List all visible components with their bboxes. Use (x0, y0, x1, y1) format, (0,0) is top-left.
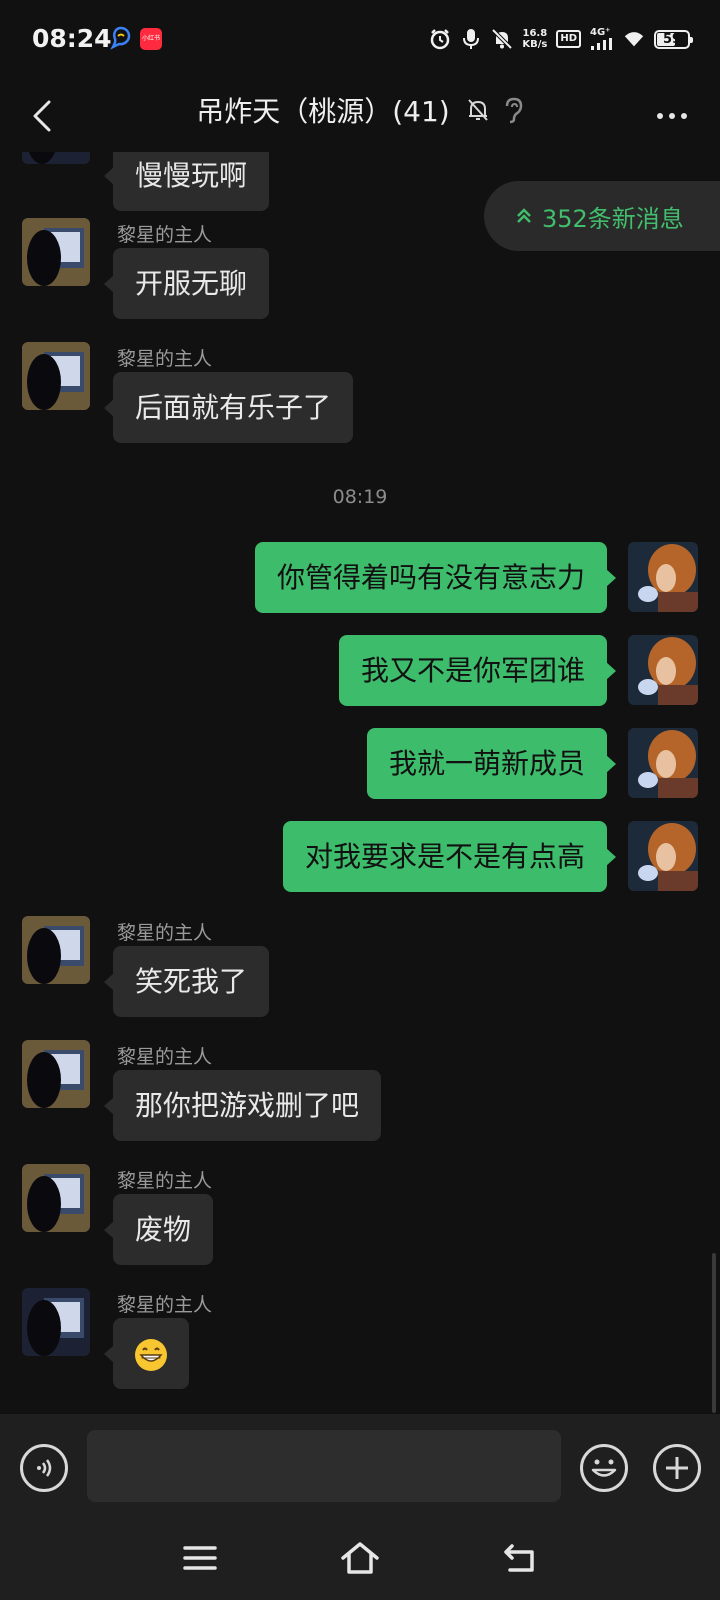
sender-name: 黎星的主人 (117, 224, 213, 246)
message-bubble[interactable]: 慢慢玩啊 (103, 152, 270, 211)
battery-icon: 59 (654, 29, 693, 49)
avatar[interactable] (22, 1288, 90, 1356)
message-bubble[interactable]: 我又不是你军团谁 (338, 635, 617, 706)
message-bubble[interactable] (104, 1318, 189, 1389)
message-bubble[interactable]: 我就一萌新成员 (366, 728, 617, 799)
alarm-icon (429, 28, 451, 50)
more-button[interactable] (650, 94, 694, 138)
signal-icon: 4G⁺ (590, 28, 614, 50)
avatar[interactable] (22, 1164, 90, 1232)
title-wrap: 吊炸天（桃源）(41) (0, 90, 720, 130)
message-list[interactable]: 慢慢玩啊 黎星的主人 开服无聊 黎星的主人 后面就有乐子了 08:19 你管得着… (0, 152, 720, 1414)
plus-button[interactable] (653, 1444, 701, 1492)
input-bar (0, 1414, 720, 1518)
sender-name: 黎星的主人 (117, 1294, 213, 1316)
voice-icon (37, 1459, 52, 1477)
net-speed: 16.8 KB/s (522, 28, 547, 50)
chat-header: 吊炸天（桃源）(41) (0, 80, 720, 152)
system-nav-bar (0, 1518, 720, 1600)
chat-title: 吊炸天（桃源）(41) (196, 95, 450, 128)
message-bubble[interactable]: 废物 (103, 1194, 214, 1265)
status-icons: 16.8 KB/s HD 4G⁺ 59 (429, 24, 693, 54)
double-chevron-up-icon (517, 208, 531, 223)
avatar[interactable] (22, 342, 90, 410)
avatar[interactable] (22, 916, 90, 984)
mic-icon (460, 28, 482, 50)
back-nav-button[interactable] (496, 1534, 544, 1582)
wifi-icon (623, 28, 645, 50)
menu-button[interactable] (176, 1534, 224, 1582)
home-icon (341, 1542, 379, 1574)
app-notification-icon (110, 26, 132, 50)
status-time: 08:24 (32, 24, 112, 53)
message-bubble[interactable]: 笑死我了 (103, 946, 270, 1017)
avatar[interactable] (22, 152, 90, 164)
back-icon (504, 1544, 534, 1572)
message-bubble[interactable]: 后面就有乐子了 (103, 372, 354, 443)
message-bubble[interactable]: 那你把游戏删了吧 (103, 1070, 382, 1141)
sender-name: 黎星的主人 (117, 922, 213, 944)
hd-badge: HD (556, 30, 581, 48)
home-button[interactable] (336, 1534, 384, 1582)
xiaohongshu-app-icon: 小红书 (140, 28, 162, 50)
timestamp: 08:19 (332, 486, 388, 508)
message-bubble[interactable]: 你管得着吗有没有意志力 (254, 542, 617, 613)
battery-level: 59 (662, 31, 682, 47)
more-icon-dot (657, 113, 663, 119)
status-bar: 08:24 小红书 16.8 KB/s HD 4G⁺ 59 (0, 0, 720, 80)
more-icon-dot (669, 113, 675, 119)
ear-icon (505, 97, 522, 124)
sender-name: 黎星的主人 (117, 348, 213, 370)
more-icon-dot (681, 113, 687, 119)
avatar[interactable] (628, 821, 698, 891)
emoji-button[interactable] (580, 1444, 628, 1492)
avatar[interactable] (22, 218, 90, 286)
message-bubble[interactable]: 对我要求是不是有点高 (282, 821, 617, 892)
avatar[interactable] (628, 542, 698, 612)
emoji-icon (591, 1459, 617, 1477)
title-icons (466, 96, 524, 124)
new-messages-button[interactable]: 352条新消息 (484, 181, 720, 251)
new-messages-label: 352条新消息 (542, 204, 684, 233)
voice-button[interactable] (20, 1444, 68, 1492)
net-speed-value: 16.8 (522, 28, 548, 39)
plus-icon (666, 1457, 688, 1479)
avatar[interactable] (628, 728, 698, 798)
message-bubble[interactable]: 开服无聊 (103, 248, 270, 319)
avatar[interactable] (22, 1040, 90, 1108)
sender-name: 黎星的主人 (117, 1170, 213, 1192)
mute-bell-icon (491, 28, 513, 50)
scrollbar[interactable] (712, 1253, 716, 1413)
net-speed-unit: KB/s (522, 39, 548, 50)
network-type: 4G⁺ (590, 27, 611, 38)
grin-emoji-icon (135, 1339, 167, 1371)
menu-icon (183, 1546, 217, 1570)
sender-name: 黎星的主人 (117, 1046, 213, 1068)
avatar[interactable] (628, 635, 698, 705)
message-input[interactable] (87, 1430, 561, 1502)
muted-bell-icon (467, 99, 488, 121)
